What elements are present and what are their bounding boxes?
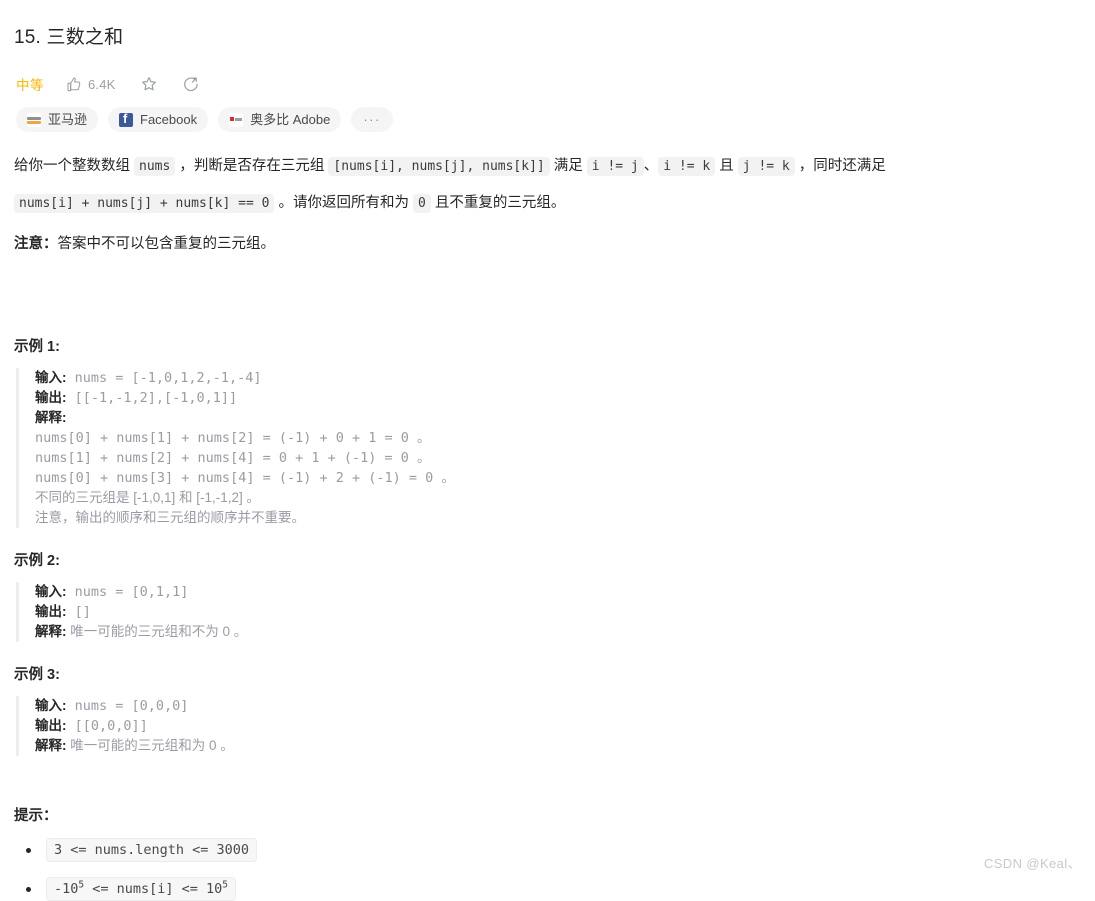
- example-output-label: 输出:: [35, 604, 67, 620]
- share-icon[interactable]: [182, 75, 200, 93]
- example-input-label: 输入:: [35, 698, 67, 714]
- hint-item-1: 3 <= nums.length <= 3000: [24, 838, 1079, 863]
- example-output-value: [[-1,-1,2],[-1,0,1]]: [66, 390, 238, 407]
- problem-description: 给你一个整数数组 nums ，判断是否存在三元组 [nums[i], nums[…: [14, 148, 1079, 222]
- company-tags: 亚马逊 f Facebook 奥多比 Adobe ···: [16, 107, 1079, 133]
- example-explain-label: 解释:: [35, 738, 67, 754]
- code-nums: nums: [134, 157, 176, 177]
- hint-code-length: 3 <= nums.length <= 3000: [46, 838, 258, 863]
- example-input-label: 输入:: [35, 584, 67, 600]
- hint-code-range: -105 <= nums[i] <= 105: [46, 877, 237, 901]
- adobe-logo: [229, 112, 244, 127]
- star-icon[interactable]: [140, 75, 158, 93]
- csdn-watermark: CSDN @Keal、: [983, 856, 1081, 871]
- company-tag-amazon[interactable]: 亚马逊: [16, 107, 99, 133]
- more-icon: ···: [363, 112, 381, 128]
- meta-row: 中等 6.4K: [16, 71, 1079, 97]
- desc-text-1: 给你一个整数数组: [14, 158, 135, 175]
- company-tag-label: 亚马逊: [48, 112, 88, 128]
- code-j-ne-k: j != k: [737, 157, 795, 177]
- example-explain-value: 唯一可能的三元组和为 0 。: [66, 738, 234, 754]
- example-explain-line-2: nums[1] + nums[2] + nums[4] = 0 + 1 + (-…: [35, 450, 431, 467]
- facebook-logo: f: [119, 112, 134, 127]
- code-triplet: [nums[i], nums[j], nums[k]]: [328, 157, 550, 177]
- example-explain-line-5: 注意，输出的顺序和三元组的顺序并不重要。: [35, 510, 305, 526]
- desc-text-6: ，同时还满足: [794, 158, 886, 175]
- example-explain-label: 解释:: [35, 624, 67, 640]
- likes-group[interactable]: 6.4K: [66, 76, 116, 92]
- example-explain-line-4: 不同的三元组是 [-1,0,1] 和 [-1,-1,2] 。: [35, 490, 261, 506]
- example-explain-label: 解释:: [35, 410, 67, 426]
- example-3-body: 输入: nums = [0,0,0] 输出: [[0,0,0]] 解释: 唯一可…: [35, 696, 1079, 756]
- desc-text-8: 且不重复的三元组。: [430, 195, 566, 212]
- example-output-label: 输出:: [35, 718, 67, 734]
- code-zero: 0: [413, 194, 431, 214]
- hints-section: 提示： 3 <= nums.length <= 3000 -105 <= num…: [14, 804, 1079, 901]
- example-2-block: 输入: nums = [0,1,1] 输出: [] 解释: 唯一可能的三元组和不…: [16, 582, 1079, 643]
- amazon-logo: [27, 112, 41, 127]
- example-2-body: 输入: nums = [0,1,1] 输出: [] 解释: 唯一可能的三元组和不…: [35, 582, 1079, 642]
- example-2-heading: 示例 2:: [14, 553, 60, 570]
- problem-note: 注意：答案中不可以包含重复的三元组。: [14, 226, 1079, 262]
- note-text: 答案中不可以包含重复的三元组。: [57, 236, 276, 253]
- example-3-block: 输入: nums = [0,0,0] 输出: [[0,0,0]] 解释: 唯一可…: [16, 696, 1079, 757]
- page-title: 15. 三数之和: [14, 26, 124, 48]
- example-explain-line-3: nums[0] + nums[3] + nums[4] = (-1) + 2 +…: [35, 470, 455, 487]
- title-row: 15. 三数之和: [14, 10, 1079, 65]
- desc-text-3: 满足: [549, 158, 587, 175]
- example-3-heading: 示例 3:: [14, 667, 60, 684]
- desc-text-5: 且: [715, 158, 738, 175]
- example-output-value: [[0,0,0]]: [66, 718, 148, 735]
- desc-text-2: ，判断是否存在三元组: [175, 158, 329, 175]
- company-tag-label: Facebook: [140, 112, 198, 128]
- hints-heading: 提示：: [14, 808, 58, 825]
- example-1-heading: 示例 1:: [14, 339, 60, 356]
- hints-list: 3 <= nums.length <= 3000 -105 <= nums[i]…: [14, 838, 1079, 901]
- hint-item-2: -105 <= nums[i] <= 105: [24, 877, 1079, 901]
- example-output-label: 输出:: [35, 390, 67, 406]
- example-1-body: 输入: nums = [-1,0,1,2,-1,-4] 输出: [[-1,-1,…: [35, 368, 1079, 528]
- example-explain-line-1: nums[0] + nums[1] + nums[2] = (-1) + 0 +…: [35, 430, 431, 447]
- note-label: 注意：: [14, 236, 58, 253]
- company-tag-adobe[interactable]: 奥多比 Adobe: [218, 107, 342, 133]
- example-explain-value: 唯一可能的三元组和不为 0 。: [66, 624, 248, 640]
- example-1-block: 输入: nums = [-1,0,1,2,-1,-4] 输出: [[-1,-1,…: [16, 368, 1079, 529]
- company-tag-label: 奥多比 Adobe: [250, 112, 331, 128]
- example-output-value: []: [66, 604, 91, 621]
- desc-text-4: 、: [643, 158, 659, 175]
- example-input-value: nums = [0,1,1]: [66, 584, 189, 601]
- hint-range-sup-2: 5: [222, 879, 229, 891]
- likes-count: 6.4K: [88, 76, 116, 92]
- code-sum-zero: nums[i] + nums[j] + nums[k] == 0: [14, 194, 275, 214]
- desc-text-7: 。请你返回所有和为: [274, 195, 414, 212]
- code-i-ne-k: i != k: [658, 157, 716, 177]
- code-i-ne-j: i != j: [586, 157, 644, 177]
- more-companies-button[interactable]: ···: [351, 107, 393, 133]
- difficulty-badge: 中等: [16, 78, 44, 94]
- company-tag-facebook[interactable]: f Facebook: [108, 107, 209, 133]
- example-input-value: nums = [-1,0,1,2,-1,-4]: [66, 370, 262, 387]
- example-input-label: 输入:: [35, 370, 67, 386]
- thumbs-up-icon[interactable]: [66, 76, 82, 92]
- problem-page: 15. 三数之和 中等 6.4K 亚马逊 f Facebook 奥多比 Adob…: [0, 0, 1095, 901]
- example-input-value: nums = [0,0,0]: [66, 698, 189, 715]
